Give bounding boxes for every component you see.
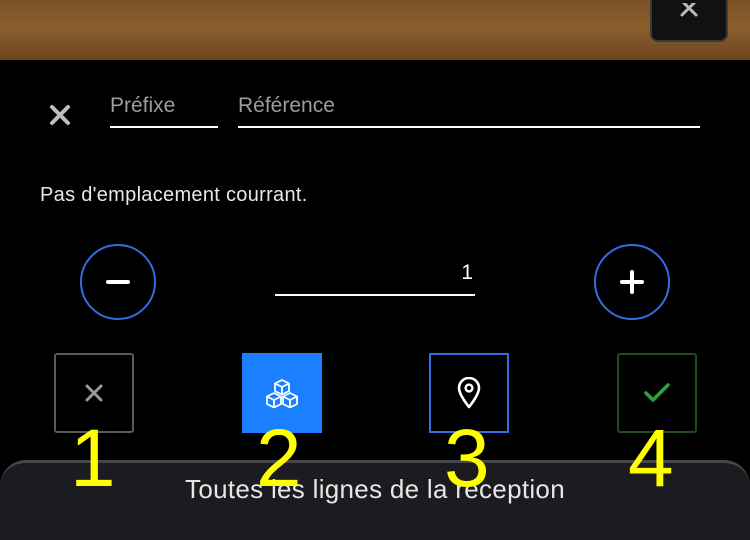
cubes-icon	[266, 379, 298, 408]
map-pin-icon	[457, 377, 481, 409]
annotation-1: 1	[70, 413, 116, 504]
minus-icon	[106, 280, 130, 284]
annotation-4: 4	[628, 413, 674, 504]
close-icon	[50, 105, 70, 125]
check-icon	[644, 383, 670, 402]
prefix-input[interactable]	[110, 86, 218, 128]
reference-input[interactable]	[238, 86, 700, 128]
camera-preview	[0, 0, 750, 60]
annotation-3: 3	[444, 413, 490, 504]
clear-fields-button[interactable]	[44, 101, 76, 129]
annotation-2: 2	[256, 413, 302, 504]
decrement-button[interactable]	[80, 244, 156, 320]
camera-close-button[interactable]	[650, 0, 728, 42]
plus-icon	[620, 270, 644, 294]
increment-button[interactable]	[594, 244, 670, 320]
quantity-input[interactable]	[275, 252, 475, 296]
location-status-text: Pas d'emplacement courrant.	[40, 184, 308, 206]
close-icon	[85, 384, 103, 402]
close-icon	[680, 3, 698, 17]
